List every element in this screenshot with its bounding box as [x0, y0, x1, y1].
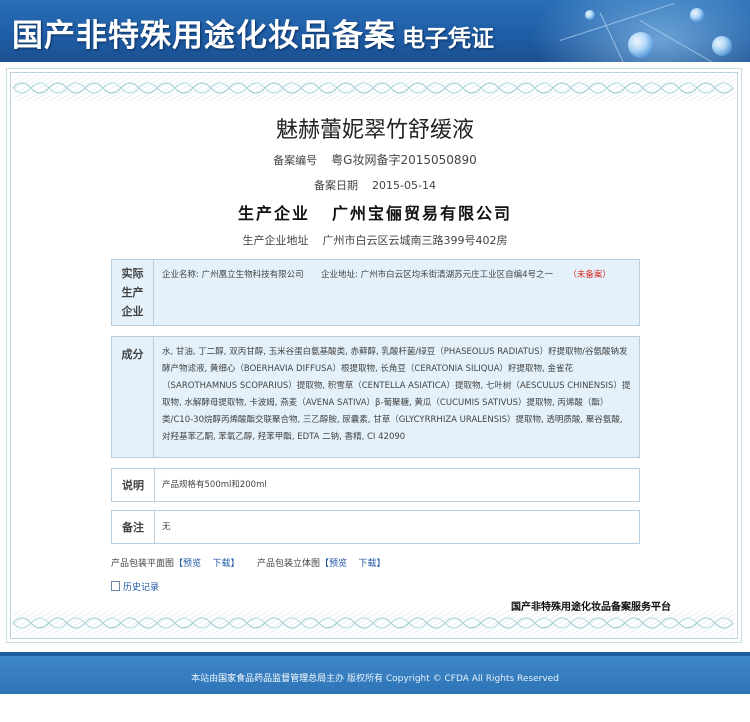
company-address-value: 广州市白云区云城南三路399号402房	[322, 234, 508, 247]
banner-orb	[585, 10, 595, 20]
footer-copyright: 本站由国家食品药品监督管理总局主办 版权所有 Copyright © CFDA …	[0, 671, 750, 684]
banner-orb	[628, 32, 654, 58]
bracket-close: 】	[230, 559, 240, 569]
registration-date: 备案日期 2015-05-14	[0, 177, 750, 193]
remarks-box: 备注 无	[111, 510, 640, 544]
producer-status: （未备案）	[568, 270, 611, 280]
description-box: 说明 产品规格有500ml和200ml	[111, 468, 640, 502]
guilloche-border-bottom	[13, 610, 735, 636]
company-label: 生产企业	[237, 204, 310, 223]
bracket-open: 【	[320, 559, 330, 569]
banner-title-main: 国产非特殊用途化妆品备案	[12, 18, 396, 54]
footer-prefix: 本站由	[191, 674, 219, 684]
remarks-label: 备注	[112, 511, 155, 543]
header-banner: 国产非特殊用途化妆品备案 电子凭证	[0, 0, 750, 62]
history-row: 历史记录	[111, 580, 159, 593]
bracket-open: 【	[174, 559, 184, 569]
footer-org-link[interactable]: 国家食品药品监督管理总局	[218, 674, 326, 684]
producer-name: 广州凰立生物科技有限公司	[201, 270, 304, 280]
company-address-label: 生产企业地址	[242, 234, 309, 247]
bracket-close: 】	[376, 559, 386, 569]
actual-producer-label: 实际生产企业	[112, 260, 154, 325]
guilloche-pattern-bottom	[13, 617, 734, 629]
package-solid-label: 产品包装立体图	[257, 559, 321, 569]
package-solid-download-link[interactable]: 下载	[359, 559, 377, 569]
guilloche-border-top	[13, 75, 735, 101]
banner-title: 国产非特殊用途化妆品备案 电子凭证	[12, 10, 494, 55]
ingredients-label: 成分	[112, 337, 154, 457]
company-address: 生产企业地址 广州市白云区云城南三路399号402房	[0, 232, 750, 248]
document-icon	[111, 581, 120, 591]
package-flat-label: 产品包装平面图	[111, 559, 175, 569]
platform-name: 国产非特殊用途化妆品备案服务平台	[511, 602, 671, 613]
footer-suffix: 主办 版权所有 Copyright © CFDA All Rights Rese…	[326, 674, 559, 684]
actual-producer-info: 企业名称: 广州凰立生物科技有限公司 企业地址: 广州市白云区均禾街清湖苏元庄工…	[162, 267, 631, 284]
footer: 本站由国家食品药品监督管理总局主办 版权所有 Copyright © CFDA …	[0, 652, 750, 694]
remarks-text: 无	[162, 522, 171, 532]
banner-orb	[712, 36, 732, 56]
package-flat-row: 产品包装平面图【预览 下载】	[111, 556, 240, 569]
banner-title-sub: 电子凭证	[402, 25, 494, 52]
ingredients-text: 水, 甘油, 丁二醇, 双丙甘醇, 玉米谷蛋白氨基酸类, 赤藓醇, 乳酸杆菌/绿…	[162, 347, 631, 442]
registration-date-label: 备案日期	[314, 179, 359, 192]
guilloche-pattern-top	[13, 82, 734, 94]
company: 生产企业 广州宝俪贸易有限公司	[0, 200, 750, 224]
registration-number-label: 备案编号	[273, 154, 318, 167]
producer-address-label: 企业地址:	[321, 270, 358, 280]
actual-producer-box: 实际生产企业 企业名称: 广州凰立生物科技有限公司 企业地址: 广州市白云区均禾…	[111, 259, 640, 326]
package-solid-preview-link[interactable]: 预览	[329, 559, 347, 569]
producer-name-label: 企业名称:	[162, 270, 199, 280]
package-flat-download-link[interactable]: 下载	[213, 559, 231, 569]
description-label: 说明	[112, 469, 155, 501]
ingredients-box: 成分 水, 甘油, 丁二醇, 双丙甘醇, 玉米谷蛋白氨基酸类, 赤藓醇, 乳酸杆…	[111, 336, 640, 458]
product-name: 魅赫蕾妮翠竹舒缓液	[275, 118, 474, 143]
registration-number: 备案编号 粤G妆网备字2015050890	[0, 151, 750, 168]
company-name: 广州宝俪贸易有限公司	[332, 204, 513, 223]
package-solid-row: 产品包装立体图【预览 下载】	[257, 556, 386, 569]
history-link[interactable]: 历史记录	[123, 583, 159, 593]
description-text: 产品规格有500ml和200ml	[162, 480, 267, 490]
registration-date-value: 2015-05-14	[372, 179, 436, 192]
package-flat-preview-link[interactable]: 预览	[183, 559, 201, 569]
registration-number-value: 粤G妆网备字2015050890	[331, 153, 477, 167]
banner-orb	[690, 8, 704, 22]
producer-address: 广州市白云区均禾街清湖苏元庄工业区自编4号之一	[360, 270, 553, 280]
